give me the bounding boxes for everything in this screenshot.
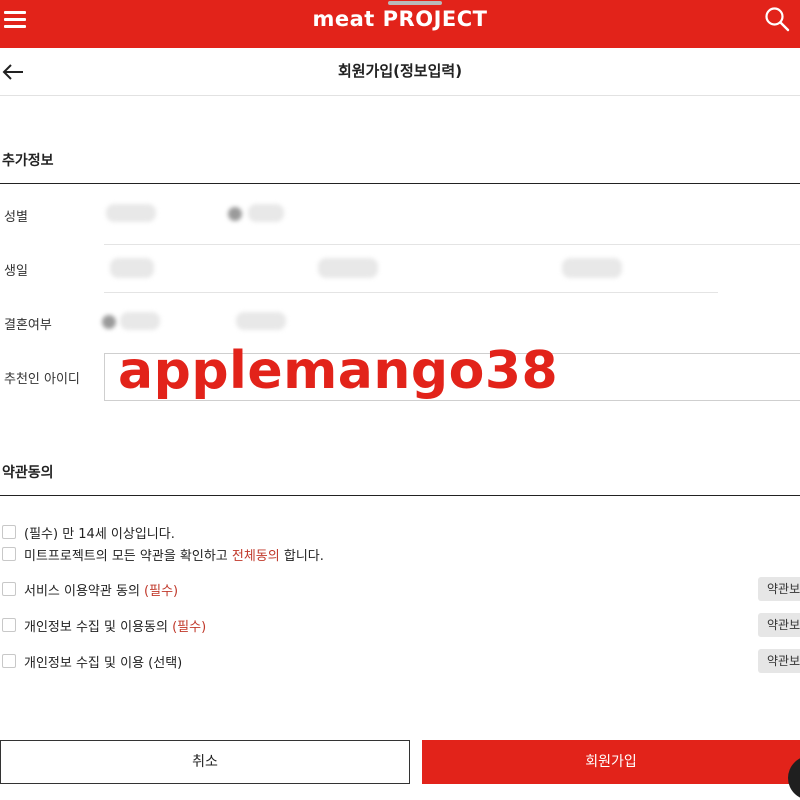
agree-all-text: 미트프로젝트의 모든 약관을 확인하고 전체동의 합니다. <box>24 548 324 564</box>
birthday-field-bottom <box>104 292 718 293</box>
section-divider <box>0 183 800 184</box>
sign-up-button[interactable]: 회원가입 <box>422 740 800 784</box>
checkbox[interactable] <box>2 525 16 539</box>
gender-option-female[interactable] <box>248 204 284 222</box>
view-service-terms-button[interactable]: 약관보기 <box>758 577 800 601</box>
referrer-label: 추천인 아이디 <box>4 372 80 387</box>
agree-privacy-optional-row[interactable]: 개인정보 수집 및 이용 (선택) <box>2 651 182 671</box>
cancel-button[interactable]: 취소 <box>0 740 410 784</box>
section-divider <box>0 495 800 496</box>
hamburger-menu-icon[interactable] <box>4 8 28 32</box>
agree-privacy-optional-text: 개인정보 수집 및 이용 (선택) <box>24 655 183 671</box>
page-header: 회원가입(정보입력) <box>0 48 800 96</box>
marital-option-single[interactable] <box>120 312 160 330</box>
gender-radio-selected[interactable] <box>228 207 242 221</box>
gender-label: 성별 <box>4 210 28 225</box>
brand-logo[interactable]: meat PROJECT <box>300 4 500 34</box>
agree-service-terms-row[interactable]: 서비스 이용약관 동의 (필수) <box>2 579 178 599</box>
birthday-field-top <box>104 244 800 245</box>
search-icon[interactable] <box>764 6 790 32</box>
checkbox[interactable] <box>2 654 16 668</box>
birthday-month-select[interactable] <box>318 258 378 278</box>
referrer-id-overlay-text: applemango38 <box>118 341 559 401</box>
view-privacy-optional-terms-button[interactable]: 약관보기 <box>758 649 800 673</box>
agree-age-row[interactable]: (필수) 만 14세 이상입니다. <box>2 522 175 542</box>
birthday-label: 생일 <box>4 264 28 279</box>
checkbox[interactable] <box>2 582 16 596</box>
agree-privacy-required-text: 개인정보 수집 및 이용동의 (필수) <box>24 619 207 635</box>
agreement-title: 약관동의 <box>2 465 54 481</box>
marital-option-married[interactable] <box>236 312 286 330</box>
agree-age-text: (필수) 만 14세 이상입니다. <box>24 526 175 542</box>
back-arrow-icon[interactable] <box>2 60 26 84</box>
extra-info-title: 추가정보 <box>2 153 54 169</box>
birthday-day-select[interactable] <box>562 258 622 278</box>
agree-service-terms-text: 서비스 이용약관 동의 (필수) <box>24 583 179 599</box>
page-title: 회원가입(정보입력) <box>337 62 463 80</box>
marital-label: 결혼여부 <box>4 318 52 333</box>
agree-all-row[interactable]: 미트프로젝트의 모든 약관을 확인하고 전체동의 합니다. <box>2 544 324 564</box>
top-app-bar: meat PROJECT <box>0 0 800 48</box>
birthday-year-select[interactable] <box>110 258 154 278</box>
checkbox[interactable] <box>2 618 16 632</box>
gender-option-male[interactable] <box>106 204 156 222</box>
view-privacy-terms-button[interactable]: 약관보기 <box>758 613 800 637</box>
checkbox[interactable] <box>2 547 16 561</box>
marital-radio-selected[interactable] <box>102 315 116 329</box>
agree-privacy-required-row[interactable]: 개인정보 수집 및 이용동의 (필수) <box>2 615 206 635</box>
